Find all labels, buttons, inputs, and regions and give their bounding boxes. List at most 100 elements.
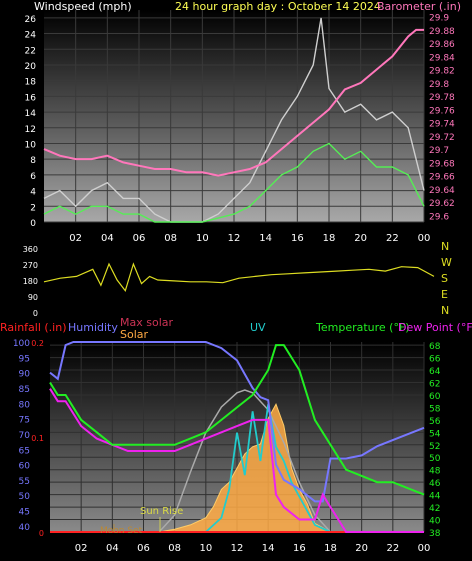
barometer-tick-label: 29.74	[429, 120, 455, 130]
direction-tick-label: 360	[23, 245, 38, 254]
hour-tick-label: 20	[355, 543, 368, 554]
temperature-tick-label: 62	[429, 379, 440, 389]
rainfall-label: Rainfall (.in)	[0, 321, 67, 334]
humidity-tick-label: 90	[19, 370, 31, 380]
humidity-tick-label: 70	[19, 431, 31, 441]
temperature-tick-label: 64	[429, 367, 441, 377]
hour-tick-label: 12	[231, 543, 244, 554]
temperature-tick-label: 42	[429, 504, 440, 514]
temperature-label: Temperature (°F)	[315, 321, 410, 334]
windspeed-tick-label: 6	[30, 172, 36, 182]
barometer-tick-label: 29.88	[429, 27, 455, 37]
temperature-tick-label: 60	[429, 392, 441, 402]
temperature-tick-label: 68	[429, 342, 441, 352]
chart-title: 24 hour graph day : October 14 2024	[175, 0, 381, 13]
direction-tick-label: 270	[23, 261, 38, 270]
compass-label: W	[441, 256, 452, 269]
hour-tick-label: 18	[323, 233, 336, 244]
rainfall-ticks: 0 0.1 0.2	[31, 339, 44, 538]
hour-tick-label: 20	[354, 233, 367, 244]
windspeed-tick-label: 12	[25, 125, 36, 135]
rainfall-tick-label: 0	[39, 529, 44, 538]
windspeed-tick-label: 14	[25, 109, 37, 119]
humidity-ticks: 40 45 50 55 60 65 70 75 80 85 90 95 100	[13, 339, 30, 533]
windspeed-tick-label: 0	[30, 219, 36, 229]
compass-label: S	[441, 272, 448, 285]
hour-tick-label: 10	[199, 543, 212, 554]
hour-tick-label: 02	[75, 543, 88, 554]
barometer-ticks: 29.6 29.62 29.64 29.66 29.68 29.7 29.72 29.74 29…	[429, 14, 455, 223]
windspeed-tick-label: 2	[30, 203, 36, 213]
barometer-tick-label: 29.66	[429, 173, 455, 183]
barometer-tick-label: 29.9	[429, 14, 449, 24]
windspeed-tick-label: 18	[25, 78, 37, 88]
solar-label: Solar	[120, 328, 149, 341]
moonset-label: Moon Set	[100, 526, 143, 536]
temperature-tick-label: 52	[429, 442, 440, 452]
hour-tick-label: 08	[164, 233, 177, 244]
temperature-tick-label: 40	[429, 517, 441, 527]
hour-tick-label: 14	[259, 233, 272, 244]
humidity-tick-label: 100	[13, 339, 30, 349]
hour-tick-label: 04	[106, 543, 119, 554]
humidity-tick-label: 45	[19, 508, 30, 518]
hour-tick-label: 22	[386, 543, 399, 554]
temperature-tick-label: 50	[429, 454, 441, 464]
barometer-tick-label: 29.78	[429, 93, 455, 103]
hour-tick-label: 18	[324, 543, 337, 554]
temperature-tick-label: 56	[429, 417, 441, 427]
weather-graph: Windspeed (mph) 24 hour graph day : Octo…	[0, 0, 472, 554]
humidity-tick-label: 50	[19, 492, 31, 502]
hour-tick-label: 10	[196, 233, 209, 244]
barometer-tick-label: 29.68	[429, 159, 455, 169]
temperature-tick-label: 66	[429, 355, 441, 365]
windspeed-tick-label: 22	[25, 46, 36, 56]
dew-point-label: Dew Point (°F)	[398, 321, 472, 334]
hour-tick-label: 08	[168, 543, 181, 554]
barometer-tick-label: 29.8	[429, 80, 449, 90]
climate-hour-ticks: 02 04 06 08 10 12 14 16 18 20 22 00	[75, 543, 431, 554]
barometer-tick-label: 29.86	[429, 40, 455, 50]
windspeed-ticks: 02468101214161820222426	[25, 15, 37, 229]
uv-label: UV	[250, 321, 266, 334]
rainfall-tick-label: 0.2	[31, 339, 44, 348]
humidity-tick-label: 85	[19, 385, 30, 395]
hour-tick-label: 06	[137, 543, 150, 554]
hour-tick-label: 06	[133, 233, 146, 244]
windspeed-tick-label: 20	[25, 62, 37, 72]
windspeed-axis-label: Windspeed (mph)	[34, 0, 132, 13]
windspeed-tick-label: 24	[25, 31, 37, 41]
barometer-tick-label: 29.62	[429, 199, 455, 209]
barometer-tick-label: 29.72	[429, 133, 455, 143]
rainfall-tick-label: 0.1	[31, 434, 44, 443]
temperature-tick-label: 44	[429, 492, 441, 502]
direction-tick-label: 90	[28, 293, 38, 302]
hour-tick-label: 00	[418, 233, 431, 244]
temperature-ticks: 38 40 42 44 46 48 50 52 54 56 58 60 62 64 66 68	[429, 342, 441, 539]
humidity-label: Humidity	[68, 321, 118, 334]
compass-label: E	[441, 288, 448, 301]
temperature-tick-label: 38	[429, 529, 441, 539]
compass-label: N	[441, 304, 449, 317]
temperature-tick-label: 58	[429, 404, 441, 414]
windspeed-tick-label: 4	[30, 188, 36, 198]
barometer-tick-label: 29.76	[429, 106, 455, 116]
humidity-tick-label: 75	[19, 416, 30, 426]
temperature-tick-label: 48	[429, 467, 441, 477]
windspeed-tick-label: 16	[25, 93, 37, 103]
hour-tick-label: 16	[291, 233, 304, 244]
humidity-tick-label: 80	[19, 400, 31, 410]
direction-ticks: 0 90 180 270 360	[23, 245, 38, 318]
compass-label: N	[441, 240, 449, 253]
hour-tick-label: 22	[386, 233, 399, 244]
humidity-tick-label: 55	[19, 477, 30, 487]
barometer-axis-label: Barometer (.in)	[377, 0, 461, 13]
wind-hour-ticks: 02 04 06 08 10 12 14 16 18 20 22 00	[69, 233, 430, 244]
barometer-tick-label: 29.64	[429, 186, 455, 196]
barometer-tick-label: 29.84	[429, 53, 455, 63]
direction-tick-label: 180	[23, 277, 38, 286]
direction-tick-label: 0	[33, 309, 38, 318]
temperature-tick-label: 46	[429, 479, 441, 489]
hour-tick-label: 14	[262, 543, 275, 554]
hour-tick-label: 12	[228, 233, 241, 244]
